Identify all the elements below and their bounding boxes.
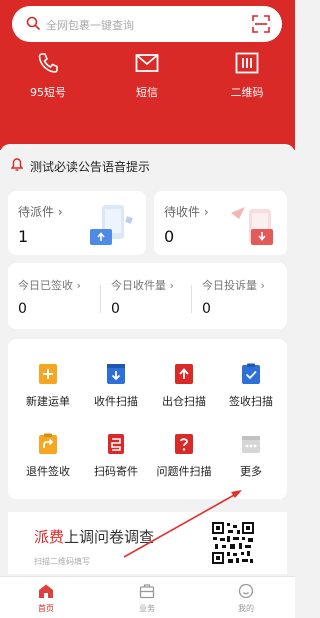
scan-send-icon (108, 434, 124, 454)
envelope-icon (135, 54, 159, 72)
tab-mine[interactable]: 我的 (216, 583, 276, 614)
phone-upload-illustration-icon (90, 205, 133, 245)
qrcode-icon (235, 52, 259, 74)
card-title: 待派件 › (18, 205, 63, 219)
grid-item-new-waybill[interactable]: 新建运单 (12, 363, 84, 409)
survey-qrcode-image (211, 521, 255, 565)
grid-item-label: 退件签收 (26, 465, 70, 478)
grid-item-label: 出仓扫描 (162, 395, 206, 408)
tab-label: 业务 (139, 604, 155, 613)
stat-title: 今日已签收 › (18, 279, 81, 292)
search-bar[interactable]: 全网包裹一键查询 (12, 6, 282, 42)
grid-item-label: 新建运单 (26, 395, 70, 408)
stat-received-today[interactable]: 今日收件量 › 0 (101, 263, 193, 329)
grid-item-label: 问题件扫描 (156, 465, 212, 478)
quick-action-sms[interactable]: 短信 (102, 52, 192, 100)
stat-value: 0 (111, 301, 120, 317)
tab-business[interactable]: 业务 (117, 583, 177, 614)
tab-label: 首页 (38, 604, 54, 613)
grid-item-return-sign[interactable]: 退件签收 (12, 433, 84, 479)
more-icon (242, 436, 260, 453)
search-icon (26, 16, 40, 30)
briefcase-icon (139, 584, 155, 599)
card-count: 0 (164, 227, 175, 246)
function-grid: 新建运单 收件扫描 出仓扫描 签收扫描 退件签收 扫码寄件 问题件扫描 更多 (8, 339, 287, 499)
search-input[interactable]: 全网包裹一键查询 (46, 17, 134, 33)
grid-item-sign-scan[interactable]: 签收扫描 (215, 363, 287, 409)
stat-value: 0 (202, 301, 211, 317)
banner-subtitle: 扫描二维码填写 (34, 557, 90, 566)
phone-icon (38, 53, 58, 73)
stat-signed-today[interactable]: 今日已签收 › 0 (8, 263, 100, 329)
banner-title-rest: 上调问卷调查 (64, 528, 155, 546)
tab-label: 我的 (238, 604, 254, 613)
phone-download-illustration-icon (231, 207, 273, 245)
quick-action-label: 短信 (136, 86, 158, 99)
grid-item-problem-scan[interactable]: 问题件扫描 (148, 433, 220, 479)
card-count: 1 (18, 227, 29, 246)
grid-item-label: 签收扫描 (229, 395, 273, 408)
return-icon (39, 433, 57, 454)
home-icon (39, 584, 53, 598)
download-icon (107, 364, 125, 384)
card-title: 待收件 › (164, 205, 209, 219)
daily-stats-panel: 今日已签收 › 0 今日收件量 › 0 今日投诉量 › 0 (8, 263, 287, 329)
stat-title: 今日收件量 › (111, 279, 174, 292)
stat-value: 0 (18, 301, 27, 317)
pending-dispatch-card[interactable]: 待派件 › 1 (8, 191, 146, 255)
survey-banner[interactable]: 派费上调问卷调查 扫描二维码填写 (8, 512, 287, 574)
notice-text: 测试必读公告语音提示 (30, 160, 151, 174)
tab-home[interactable]: 首页 (16, 583, 76, 614)
stat-title: 今日投诉量 › (202, 279, 265, 292)
grid-item-outbound-scan[interactable]: 出仓扫描 (148, 363, 220, 409)
question-icon (175, 434, 193, 454)
quick-action-short-number[interactable]: 95短号 (3, 52, 93, 100)
grid-item-more[interactable]: 更多 (215, 433, 287, 479)
stat-complaints-today[interactable]: 今日投诉量 › 0 (192, 263, 284, 329)
scan-icon[interactable] (252, 15, 270, 33)
bell-icon (11, 158, 23, 171)
plus-doc-icon (39, 364, 57, 384)
grid-item-scan-send[interactable]: 扫码寄件 (80, 433, 152, 479)
notice-bar[interactable]: 测试必读公告语音提示 (0, 144, 295, 186)
user-icon (238, 583, 254, 599)
quick-action-label: 95短号 (30, 86, 66, 99)
banner-highlight: 派费 (34, 528, 65, 546)
banner-title: 派费上调问卷调查 (34, 526, 154, 547)
grid-item-receive-scan[interactable]: 收件扫描 (80, 363, 152, 409)
check-clipboard-icon (242, 363, 260, 384)
quick-action-qrcode[interactable]: 二维码 (202, 52, 292, 100)
grid-item-label: 收件扫描 (94, 395, 138, 408)
bottom-tab-bar: 首页 业务 我的 (0, 576, 295, 618)
grid-item-label: 扫码寄件 (94, 465, 138, 478)
upload-icon (175, 364, 193, 384)
grid-item-label: 更多 (240, 465, 262, 478)
pending-receive-card[interactable]: 待收件 › 0 (154, 191, 287, 255)
quick-action-label: 二维码 (230, 86, 264, 99)
